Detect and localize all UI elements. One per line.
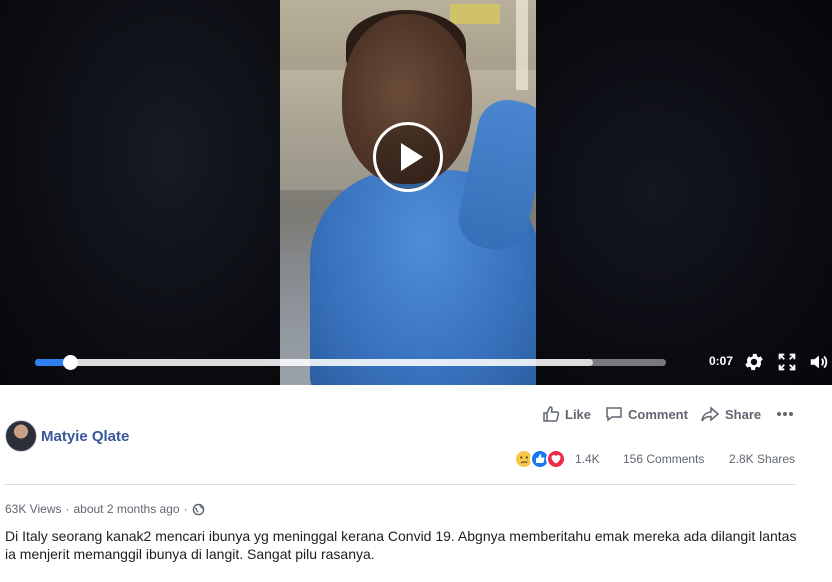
comments-count[interactable]: 156 Comments [623, 452, 704, 466]
post-meta: 63K Views · about 2 months ago · [5, 502, 205, 516]
share-icon [701, 406, 720, 422]
play-button[interactable] [373, 122, 443, 192]
play-icon [401, 143, 423, 171]
video-scene-object [450, 4, 500, 24]
fullscreen-icon[interactable] [776, 351, 798, 373]
video-scene-pole [516, 0, 528, 90]
volume-icon[interactable] [808, 351, 830, 373]
view-count: 63K Views [5, 502, 62, 516]
globe-icon [192, 503, 204, 515]
shares-count[interactable]: 2.8K Shares [729, 452, 795, 466]
reaction-count[interactable]: 1.4K [575, 452, 600, 466]
more-dots-icon [777, 412, 793, 416]
post-timestamp[interactable]: about 2 months ago [73, 502, 179, 516]
video-letterbox-right [536, 0, 832, 385]
more-options-button[interactable] [776, 404, 799, 424]
current-time: 0:07 [709, 354, 734, 368]
progress-buffered [35, 359, 594, 366]
like-label: Like [565, 406, 592, 422]
avatar[interactable] [5, 420, 37, 452]
comment-label: Comment [628, 406, 688, 422]
progress-scrubber-handle[interactable] [62, 355, 78, 370]
meta-separator: · [65, 502, 70, 516]
video-letterbox-left [0, 0, 280, 385]
divider [5, 484, 795, 485]
gear-icon[interactable] [743, 351, 765, 373]
thumbs-up-icon [543, 406, 560, 422]
author-name[interactable]: Matyie Qlate [41, 428, 129, 445]
video-progress-bar[interactable] [35, 355, 666, 370]
love-reaction-icon [546, 449, 566, 469]
video-frame [280, 0, 536, 385]
video-player[interactable]: 0:07 [0, 0, 832, 385]
post-caption: Di Italy seorang kanak2 mencari ibunya y… [5, 528, 797, 562]
comment-button[interactable]: Comment [605, 404, 688, 424]
comment-icon [606, 407, 622, 422]
reaction-icons[interactable] [514, 449, 574, 469]
like-button[interactable]: Like [542, 404, 591, 424]
meta-separator: · [183, 502, 188, 516]
share-label: Share [725, 406, 762, 422]
share-button[interactable]: Share [700, 404, 761, 424]
